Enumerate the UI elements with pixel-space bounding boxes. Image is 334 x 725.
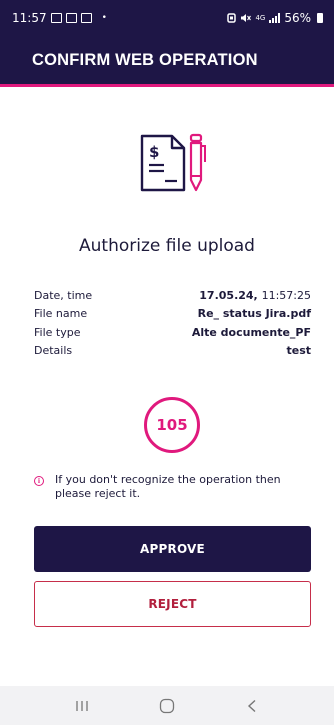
network-label: 4G — [255, 14, 266, 22]
svg-text:$: $ — [149, 143, 159, 161]
battery-percent: 56% — [284, 11, 311, 25]
details-row-file-type: File type Alte documente_PF — [34, 323, 311, 342]
timer-value: 105 — [156, 416, 188, 434]
gallery-icon — [65, 13, 77, 23]
app-header: CONFIRM WEB OPERATION — [0, 36, 334, 87]
reject-button[interactable]: REJECT — [34, 581, 311, 627]
status-right: 4G 56% — [227, 11, 323, 25]
gallery-icon — [80, 13, 92, 23]
details-row-date: Date, time 17.05.24, 11:57:25 — [34, 286, 311, 305]
details-list: Date, time 17.05.24, 11:57:25 File name … — [34, 286, 311, 360]
date-part: 17.05.24, — [199, 288, 258, 302]
home-icon[interactable] — [147, 694, 187, 718]
details-row-details: Details test — [34, 342, 311, 361]
details-value: test — [286, 344, 311, 358]
file-name-value: Re_ status Jira.pdf — [197, 307, 311, 321]
notice: i If you don't recognize the operation t… — [34, 473, 314, 501]
file-name-label: File name — [34, 307, 88, 321]
operation-title: Authorize file upload — [79, 236, 255, 256]
countdown-timer: 105 — [144, 397, 200, 453]
info-icon: i — [34, 476, 44, 486]
page-title: CONFIRM WEB OPERATION — [32, 50, 258, 69]
system-nav-bar — [0, 686, 334, 725]
invoice-pen-icon: $ — [140, 133, 206, 192]
status-bar: 11:57 • 4G 56% — [0, 0, 334, 36]
recent-apps-icon[interactable] — [62, 694, 102, 718]
file-type-label: File type — [34, 325, 81, 339]
time-part: 11:57:25 — [261, 288, 311, 302]
battery-saver-icon — [227, 13, 237, 23]
date-value: 17.05.24, 11:57:25 — [199, 289, 311, 302]
back-icon[interactable] — [232, 694, 272, 718]
notification-dot: • — [101, 13, 107, 23]
approve-button[interactable]: APPROVE — [34, 526, 311, 572]
battery-icon — [317, 13, 323, 23]
file-type-value: Alte documente_PF — [191, 325, 311, 339]
signal-icon — [269, 13, 281, 23]
status-time: 11:57 — [12, 11, 47, 25]
date-label: Date, time — [34, 288, 93, 302]
details-label: Details — [34, 344, 73, 358]
status-left: 11:57 • — [12, 11, 107, 25]
mute-icon — [241, 14, 252, 22]
gallery-icon — [50, 13, 62, 23]
notice-text: If you don't recognize the operation the… — [55, 473, 281, 500]
details-row-file-name: File name Re_ status Jira.pdf — [34, 305, 311, 324]
